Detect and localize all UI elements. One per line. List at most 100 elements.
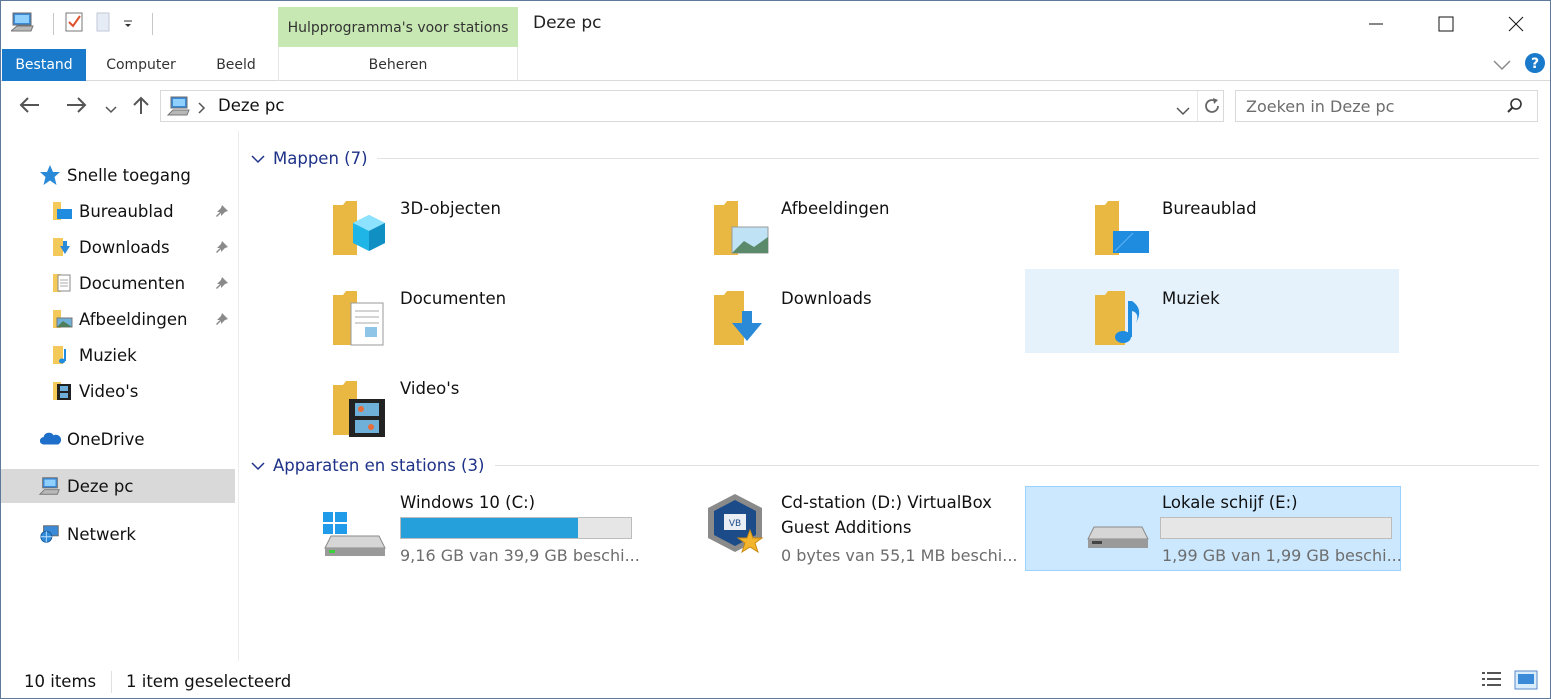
svg-text:?: ?	[1531, 56, 1539, 72]
tile-label: 3D-objecten	[400, 199, 501, 218]
drive-label-line2: Guest Additions	[781, 518, 912, 537]
tab-computer[interactable]: Computer	[93, 49, 189, 81]
pictures-folder-icon	[51, 308, 73, 330]
up-arrow-icon[interactable]	[131, 95, 151, 119]
computer-icon	[39, 475, 61, 497]
collapse-chevron-icon[interactable]	[251, 456, 265, 475]
group-divider	[495, 465, 1539, 466]
sidebar-item-muziek[interactable]: Muziek	[1, 338, 235, 372]
cloud-icon	[39, 428, 61, 450]
back-arrow-icon[interactable]	[19, 96, 41, 118]
large-icons-view-icon[interactable]	[1514, 670, 1538, 694]
search-input[interactable]: Zoeken in Deze pc	[1235, 90, 1538, 122]
address-bar[interactable]: Deze pc	[160, 90, 1224, 122]
drive-space-text: 0 bytes van 55,1 MB beschi...	[781, 546, 1018, 565]
sidebar-item-label: Afbeeldingen	[79, 309, 188, 329]
help-icon[interactable]: ?	[1524, 52, 1546, 78]
tab-beheren[interactable]: Beheren	[278, 49, 518, 81]
group-divider	[377, 158, 1539, 159]
search-icon[interactable]	[1506, 97, 1524, 119]
videos-folder-icon	[51, 380, 73, 402]
folder-tile-videos[interactable]: Video's	[281, 359, 655, 443]
drive-label: Windows 10 (C:)	[400, 493, 536, 512]
tab-beeld[interactable]: Beeld	[197, 49, 275, 81]
breadcrumb[interactable]: Deze pc	[218, 96, 284, 115]
sidebar-item-bureaublad[interactable]: Bureaublad	[1, 194, 235, 228]
expand-ribbon-chevron-icon[interactable]	[1493, 56, 1511, 75]
folder-tile-downloads[interactable]: Downloads	[662, 269, 1036, 353]
pin-icon	[215, 239, 229, 258]
context-tab-group-label: Hulpprogramma's voor stations	[278, 7, 518, 47]
sidebar-item-snelle-toegang[interactable]: Snelle toegang	[1, 158, 235, 192]
sidebar-item-label: OneDrive	[67, 429, 145, 449]
title-bar: Hulpprogramma's voor stations Deze pc	[1, 1, 1550, 47]
drive-tile-c[interactable]: Windows 10 (C:) 9,16 GB van 39,9 GB besc…	[281, 486, 655, 576]
maximize-button[interactable]	[1411, 1, 1481, 47]
window-title: Deze pc	[533, 13, 602, 33]
collapse-chevron-icon[interactable]	[251, 149, 265, 168]
details-view-icon[interactable]	[1481, 670, 1503, 694]
close-button[interactable]	[1481, 1, 1551, 47]
group-header-apparaten[interactable]: Apparaten en stations (3)	[251, 452, 1541, 478]
group-header-label: Apparaten en stations (3)	[273, 455, 485, 475]
folder-tile-3d-objecten[interactable]: 3D-objecten	[281, 179, 655, 263]
sidebar-item-videos[interactable]: Video's	[1, 374, 235, 408]
recent-locations-chevron-icon[interactable]	[105, 100, 117, 119]
windows-drive-icon	[321, 508, 386, 570]
sidebar-item-onedrive[interactable]: OneDrive	[1, 422, 235, 456]
refresh-icon[interactable]	[1202, 96, 1222, 120]
music-folder-icon	[51, 344, 73, 366]
address-dropdown-chevron-icon[interactable]	[1176, 101, 1190, 120]
folder-tile-muziek[interactable]: Muziek	[1025, 269, 1399, 353]
drive-usage-fill	[401, 518, 579, 538]
drive-tile-d[interactable]: VB Cd-station (D:) VirtualBox Guest Addi…	[662, 486, 1036, 576]
3d-objects-folder-icon	[331, 197, 391, 259]
sidebar-item-downloads[interactable]: Downloads	[1, 230, 235, 264]
tile-label: Downloads	[781, 289, 872, 308]
forward-arrow-icon[interactable]	[65, 96, 87, 118]
new-folder-icon[interactable]	[94, 11, 112, 37]
drive-tile-e[interactable]: Lokale schijf (E:) 1,99 GB van 1,99 GB b…	[1025, 486, 1402, 571]
sidebar-item-netwerk[interactable]: Netwerk	[1, 517, 235, 551]
folder-tile-bureaublad[interactable]: Bureaublad	[1043, 179, 1417, 263]
desktop-folder-icon	[1093, 197, 1153, 259]
drive-usage-bar	[400, 517, 632, 539]
quick-access-toolbar	[9, 11, 153, 37]
svg-text:VB: VB	[729, 519, 741, 529]
sidebar-item-label: Downloads	[79, 237, 170, 257]
drive-usage-bar	[1160, 517, 1392, 539]
minimize-button[interactable]	[1341, 1, 1411, 47]
tile-label: Bureaublad	[1162, 199, 1257, 218]
group-header-mappen[interactable]: Mappen (7)	[251, 145, 1541, 171]
pictures-folder-icon	[712, 197, 772, 259]
sidebar-item-label: Video's	[79, 381, 139, 401]
sidebar-item-documenten[interactable]: Documenten	[1, 266, 235, 300]
customize-toolbar-chevron-icon[interactable]	[122, 15, 134, 34]
toolbar-divider	[53, 13, 54, 35]
sidebar-item-afbeeldingen[interactable]: Afbeeldingen	[1, 302, 235, 336]
explorer-window: Hulpprogramma's voor stations Deze pc Be…	[0, 0, 1551, 699]
tile-label: Afbeeldingen	[781, 199, 890, 218]
group-header-label: Mappen (7)	[273, 148, 368, 168]
breadcrumb-chevron-icon[interactable]	[198, 99, 206, 118]
sidebar-item-deze-pc[interactable]: Deze pc	[1, 469, 235, 503]
drive-space-text: 9,16 GB van 39,9 GB beschi...	[400, 546, 640, 565]
minimize-icon	[1369, 23, 1383, 25]
navigation-pane: Snelle toegang Bureaublad Downloads Docu…	[1, 131, 239, 661]
sidebar-item-label: Deze pc	[67, 476, 134, 496]
properties-icon[interactable]	[64, 11, 84, 37]
content-pane: Mappen (7) 3D-objecten Afbeeldingen Bure…	[241, 131, 1549, 661]
tile-label: Documenten	[400, 289, 507, 308]
sidebar-item-label: Muziek	[79, 345, 137, 365]
folder-tile-documenten[interactable]: Documenten	[281, 269, 655, 353]
star-icon	[39, 164, 61, 186]
tab-bestand[interactable]: Bestand	[2, 49, 86, 81]
search-placeholder: Zoeken in Deze pc	[1246, 97, 1395, 116]
folder-tile-afbeeldingen[interactable]: Afbeeldingen	[662, 179, 1036, 263]
videos-folder-icon	[331, 377, 391, 439]
pin-icon	[215, 203, 229, 222]
maximize-icon	[1438, 16, 1454, 32]
computer-icon[interactable]	[9, 11, 35, 37]
documents-folder-icon	[331, 287, 391, 349]
documents-folder-icon	[51, 272, 73, 294]
